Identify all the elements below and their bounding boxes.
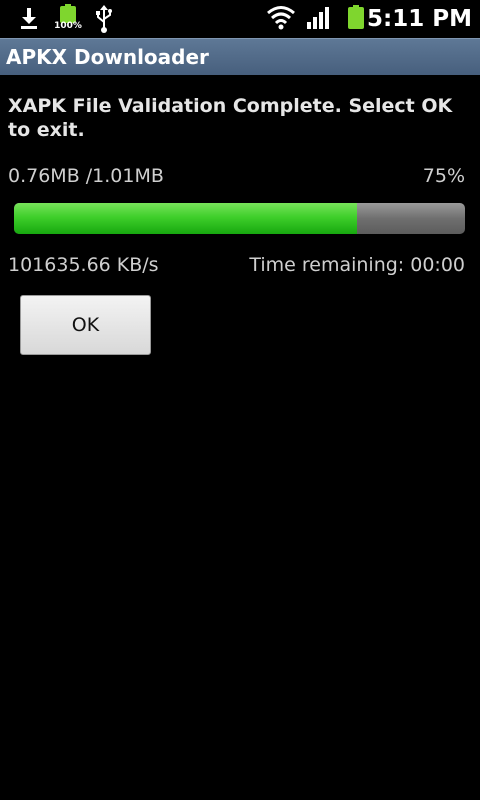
status-time: 5:11 PM: [367, 6, 472, 32]
time-remaining: Time remaining: 00:00: [249, 254, 465, 276]
battery-icon: 100%: [54, 0, 82, 38]
progress-percent: 75%: [422, 165, 465, 187]
status-message: XAPK File Validation Complete. Select OK…: [8, 95, 453, 141]
ok-button[interactable]: OK: [20, 295, 151, 355]
battery-percent: 100%: [54, 21, 82, 31]
progress-size-text: 0.76MB /1.01MB: [8, 165, 164, 187]
app-title: APKX Downloader: [6, 45, 209, 69]
usb-icon: [94, 0, 114, 38]
download-speed: 101635.66 KB/s: [8, 254, 159, 276]
title-bar: APKX Downloader: [0, 38, 480, 75]
battery-icon: [346, 0, 366, 38]
progress-fill: [14, 203, 357, 234]
status-bar: 100% 5:11 PM: [0, 0, 480, 38]
signal-icon: [306, 0, 332, 38]
wifi-icon: [266, 0, 296, 38]
progress-bar: [14, 203, 465, 234]
download-icon: [18, 0, 40, 38]
